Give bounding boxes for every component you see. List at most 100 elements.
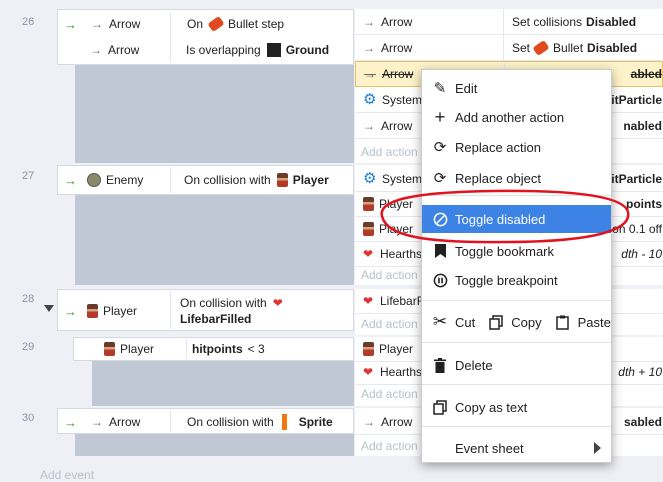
event-29-condition[interactable]: Player hitpoints < 3 bbox=[74, 338, 353, 360]
event-number-28: 28 bbox=[22, 293, 35, 305]
condition-text: Is overlapping bbox=[186, 43, 261, 57]
add-action-link[interactable]: Add action bbox=[361, 268, 418, 282]
action-row[interactable]: → Arrow Set collisions Disabled bbox=[355, 9, 663, 35]
scissors-icon: ✂ bbox=[432, 312, 448, 331]
condition-subject: LifebarFilled bbox=[180, 312, 252, 326]
action-object: Hearths bbox=[380, 364, 423, 379]
player-icon bbox=[104, 342, 115, 356]
arrow-icon: → bbox=[363, 14, 375, 29]
event-number-30: 30 bbox=[22, 412, 35, 424]
add-action-link[interactable]: Add action bbox=[361, 145, 418, 159]
context-menu: ✎ Edit + Add another action ⟳ Replace actio… bbox=[421, 69, 612, 463]
player-icon bbox=[363, 196, 374, 211]
condition-object: Player bbox=[103, 304, 138, 318]
action-object: Arrow bbox=[381, 14, 413, 29]
condition-object: Player bbox=[120, 342, 155, 356]
replace-icon: ⟳ bbox=[433, 139, 447, 156]
action-text: dth - 10 bbox=[621, 246, 662, 261]
event-26-body bbox=[75, 65, 354, 163]
add-action-link[interactable]: Add action bbox=[361, 317, 418, 331]
add-action-link[interactable]: Add action bbox=[361, 439, 418, 453]
menu-item-paste[interactable]: Paste bbox=[548, 315, 611, 330]
event-30-body bbox=[75, 434, 354, 456]
menu-item-event-sheet[interactable]: Event sheet bbox=[422, 434, 611, 462]
player-icon bbox=[276, 173, 288, 187]
action-object: Hearths bbox=[380, 246, 423, 261]
event-number-27: 27 bbox=[22, 170, 35, 182]
menu-item-replace-action[interactable]: ⟳ Replace action bbox=[422, 133, 611, 161]
arrow-icon: → bbox=[363, 118, 375, 133]
event-29-body bbox=[92, 361, 354, 406]
menu-label: Paste bbox=[577, 314, 611, 330]
action-value: abled bbox=[630, 67, 662, 81]
trigger-arrow-icon: → bbox=[64, 303, 77, 319]
event-26-condition-2[interactable]: → Arrow Is overlapping Ground bbox=[58, 38, 353, 62]
event-30-condition[interactable]: → → Arrow On collision with Sprite bbox=[58, 410, 353, 434]
condition-object: Arrow bbox=[109, 17, 141, 31]
condition-subject: Player bbox=[292, 173, 329, 187]
annotation-circle bbox=[380, 189, 630, 244]
condition-text: On collision with bbox=[180, 296, 267, 310]
heart-icon: ❤ bbox=[363, 246, 374, 261]
action-object: Arrow bbox=[381, 118, 413, 133]
sprite-icon bbox=[281, 414, 287, 430]
action-row[interactable]: → Arrow Set Bullet Disabled bbox=[355, 35, 663, 61]
action-value: litParticle bbox=[607, 171, 662, 186]
menu-item-cut[interactable]: ✂ Cut bbox=[422, 312, 475, 332]
menu-item-toggle-breakpoint[interactable]: Toggle breakpoint bbox=[422, 266, 611, 294]
condition-object: Arrow bbox=[108, 43, 140, 57]
player-icon bbox=[87, 304, 98, 318]
trigger-arrow-icon: → bbox=[64, 172, 77, 188]
action-object: Arrow bbox=[381, 40, 413, 55]
add-action-link[interactable]: Add action bbox=[361, 387, 418, 401]
condition-object: Arrow bbox=[109, 415, 141, 429]
add-event-link[interactable]: Add event bbox=[40, 468, 94, 482]
menu-item-copy[interactable]: Copy bbox=[481, 314, 542, 330]
heart-icon: ❤ bbox=[363, 364, 374, 379]
bullet-icon bbox=[532, 39, 550, 56]
copy-icon bbox=[485, 314, 507, 330]
condition-subject: Bullet step bbox=[228, 17, 285, 31]
action-object: Arrow bbox=[382, 67, 414, 81]
menu-label: Edit bbox=[455, 80, 478, 96]
menu-label: Copy as text bbox=[455, 399, 528, 415]
event-26-condition-1[interactable]: → → Arrow On Bullet step bbox=[58, 12, 353, 36]
replace-icon: ⟳ bbox=[433, 170, 447, 187]
menu-item-edit[interactable]: ✎ Edit bbox=[422, 74, 611, 102]
condition-text: < 3 bbox=[247, 342, 265, 356]
player-icon bbox=[363, 341, 374, 356]
condition-object: Enemy bbox=[106, 173, 144, 187]
action-text: Bullet bbox=[553, 40, 584, 55]
enemy-icon bbox=[87, 173, 101, 187]
action-value: Disabled bbox=[586, 14, 637, 29]
condition-subject: Ground bbox=[285, 43, 330, 57]
submenu-arrow-icon bbox=[594, 442, 601, 454]
arrow-icon: → bbox=[90, 43, 102, 57]
menu-label: Replace action bbox=[455, 139, 541, 155]
trigger-arrow-icon: → bbox=[64, 16, 77, 32]
condition-text: On collision with bbox=[187, 415, 274, 429]
arrow-icon: → bbox=[91, 17, 103, 31]
action-text: Set collisions bbox=[512, 14, 583, 29]
event-28-condition[interactable]: → Player On collision with ❤ LifebarFille… bbox=[58, 292, 353, 330]
menu-row-clipboard: ✂ Cut Copy Paste bbox=[422, 308, 611, 336]
action-object: LifebarF bbox=[380, 293, 425, 308]
collapse-triangle-icon[interactable] bbox=[44, 305, 54, 312]
menu-item-add-another-action[interactable]: + Add another action bbox=[422, 103, 611, 131]
event-27-condition[interactable]: → Enemy On collision with Player bbox=[58, 168, 353, 192]
gear-icon: ⚙ bbox=[363, 90, 377, 108]
menu-label: Add another action bbox=[455, 109, 565, 125]
menu-item-copy-as-text[interactable]: Copy as text bbox=[422, 393, 611, 421]
action-value: sabled bbox=[623, 414, 662, 429]
ground-icon bbox=[266, 43, 281, 57]
menu-label: Replace object bbox=[455, 170, 541, 186]
action-object: Arrow bbox=[381, 414, 413, 429]
bullet-icon bbox=[207, 15, 225, 33]
arrow-icon: → bbox=[91, 415, 103, 429]
arrow-icon: → bbox=[364, 67, 376, 81]
event-number-26: 26 bbox=[22, 16, 35, 28]
action-object: System bbox=[382, 171, 423, 186]
menu-item-delete[interactable]: Delete bbox=[422, 351, 611, 379]
action-text: Set bbox=[512, 40, 531, 55]
event-27-body bbox=[75, 195, 354, 285]
